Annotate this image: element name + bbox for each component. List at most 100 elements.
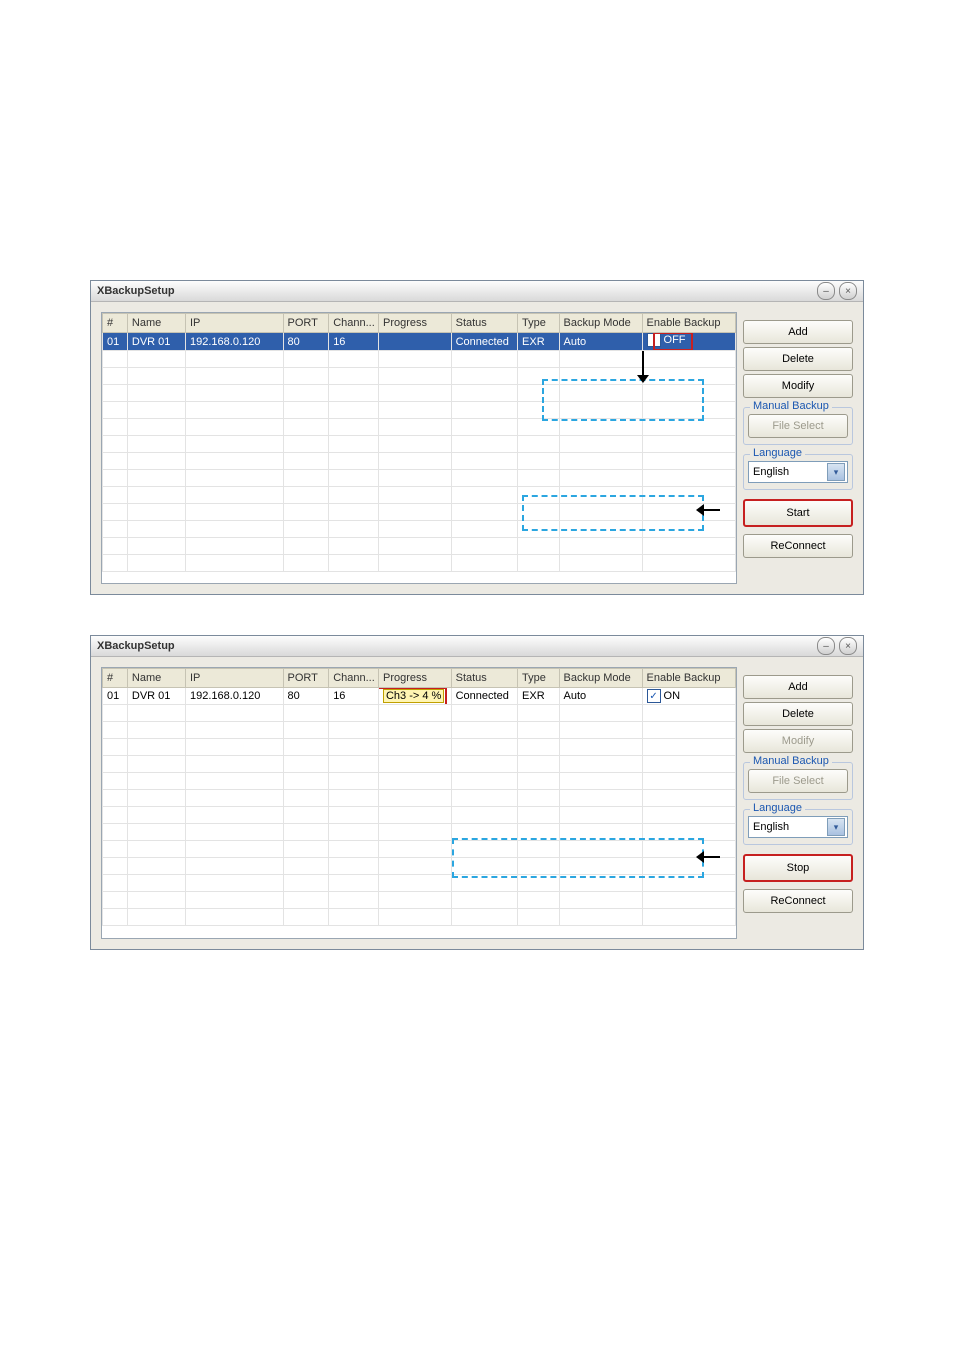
- table-row[interactable]: [103, 790, 736, 807]
- table-row[interactable]: [103, 756, 736, 773]
- reconnect-button[interactable]: ReConnect: [743, 889, 853, 913]
- table-row[interactable]: 01 DVR 01 192.168.0.120 80 16 Ch3 -> 4 %…: [103, 688, 736, 705]
- xbackup-panel-1: XBackupSetup – × # Name IP PORT: [90, 280, 864, 595]
- close-button[interactable]: ×: [839, 282, 857, 300]
- col-mode[interactable]: Backup Mode: [559, 314, 642, 333]
- table-row[interactable]: [103, 470, 736, 487]
- cell-name: DVR 01: [127, 688, 185, 705]
- col-type[interactable]: Type: [518, 314, 560, 333]
- col-status[interactable]: Status: [451, 314, 517, 333]
- cell-progress: [378, 333, 451, 351]
- cell-enable[interactable]: OFF: [642, 333, 735, 351]
- table-row[interactable]: [103, 453, 736, 470]
- file-select-button[interactable]: File Select: [748, 414, 848, 438]
- cell-chan: 16: [329, 333, 379, 351]
- col-progress[interactable]: Progress: [378, 669, 451, 688]
- stop-button[interactable]: Stop: [743, 854, 853, 882]
- annotation-box: [542, 379, 704, 421]
- cell-chan: 16: [329, 688, 379, 705]
- cell-ip: 192.168.0.120: [186, 333, 284, 351]
- cell-name: DVR 01: [127, 333, 185, 351]
- language-select[interactable]: English ▾: [748, 461, 848, 483]
- cell-status: Connected: [451, 688, 517, 705]
- table-row[interactable]: [103, 419, 736, 436]
- cell-type: EXR: [518, 333, 560, 351]
- annotation-box: [522, 495, 704, 531]
- table-row[interactable]: [103, 773, 736, 790]
- cell-mode: Auto: [559, 688, 642, 705]
- minimize-button[interactable]: –: [817, 282, 835, 300]
- table-row[interactable]: [103, 351, 736, 368]
- col-ip[interactable]: IP: [186, 669, 284, 688]
- col-num[interactable]: #: [103, 314, 128, 333]
- cell-port: 80: [283, 333, 329, 351]
- table-row[interactable]: [103, 705, 736, 722]
- table-row[interactable]: [103, 436, 736, 453]
- col-type[interactable]: Type: [518, 669, 560, 688]
- language-select[interactable]: English ▾: [748, 816, 848, 838]
- table-row[interactable]: [103, 722, 736, 739]
- table-row[interactable]: [103, 807, 736, 824]
- enable-checkbox[interactable]: ✓: [647, 689, 661, 703]
- side-panel: Add Delete Modify Manual Backup File Sel…: [743, 667, 853, 939]
- annotation-box: [452, 838, 704, 878]
- col-status[interactable]: Status: [451, 669, 517, 688]
- col-enable[interactable]: Enable Backup: [642, 669, 735, 688]
- app-title: XBackupSetup: [97, 285, 175, 297]
- language-label: Language: [750, 447, 805, 459]
- col-chan[interactable]: Chann...: [329, 314, 379, 333]
- reconnect-button[interactable]: ReConnect: [743, 534, 853, 558]
- minimize-button[interactable]: –: [817, 637, 835, 655]
- table-row[interactable]: [103, 739, 736, 756]
- delete-button[interactable]: Delete: [743, 347, 853, 371]
- add-button[interactable]: Add: [743, 675, 853, 699]
- table-row[interactable]: [103, 909, 736, 926]
- cell-type: EXR: [518, 688, 560, 705]
- cell-ip: 192.168.0.120: [186, 688, 284, 705]
- cell-status: Connected: [451, 333, 517, 351]
- delete-button[interactable]: Delete: [743, 702, 853, 726]
- col-mode[interactable]: Backup Mode: [559, 669, 642, 688]
- cell-mode: Auto: [559, 333, 642, 351]
- start-button[interactable]: Start: [743, 499, 853, 527]
- cell-enable[interactable]: ✓ON: [642, 688, 735, 705]
- title-bar: XBackupSetup – ×: [91, 281, 863, 302]
- cell-progress: Ch3 -> 4 %: [378, 688, 451, 705]
- cell-num: 01: [103, 333, 128, 351]
- col-progress[interactable]: Progress: [378, 314, 451, 333]
- manual-backup-label: Manual Backup: [750, 400, 832, 412]
- title-bar: XBackupSetup – ×: [91, 636, 863, 657]
- col-name[interactable]: Name: [127, 314, 185, 333]
- modify-button[interactable]: Modify: [743, 374, 853, 398]
- table-row[interactable]: [103, 892, 736, 909]
- col-ip[interactable]: IP: [186, 314, 284, 333]
- add-button[interactable]: Add: [743, 320, 853, 344]
- col-port[interactable]: PORT: [283, 669, 329, 688]
- table-row[interactable]: 01 DVR 01 192.168.0.120 80 16 Connected …: [103, 333, 736, 351]
- xbackup-panel-2: XBackupSetup – × # Name IP PORT: [90, 635, 864, 950]
- cell-port: 80: [283, 688, 329, 705]
- device-grid[interactable]: # Name IP PORT Chann... Progress Status …: [101, 667, 737, 939]
- column-headers[interactable]: # Name IP PORT Chann... Progress Status …: [103, 669, 736, 688]
- language-value: English: [753, 821, 789, 833]
- col-port[interactable]: PORT: [283, 314, 329, 333]
- chevron-down-icon: ▾: [827, 818, 845, 836]
- modify-button[interactable]: Modify: [743, 729, 853, 753]
- file-select-button[interactable]: File Select: [748, 769, 848, 793]
- close-button[interactable]: ×: [839, 637, 857, 655]
- table-row[interactable]: [103, 538, 736, 555]
- cell-num: 01: [103, 688, 128, 705]
- manual-backup-group: Manual Backup File Select: [743, 762, 853, 800]
- table-row[interactable]: [103, 555, 736, 572]
- language-group: Language English ▾: [743, 454, 853, 490]
- column-headers[interactable]: # Name IP PORT Chann... Progress Status …: [103, 314, 736, 333]
- col-num[interactable]: #: [103, 669, 128, 688]
- chevron-down-icon: ▾: [827, 463, 845, 481]
- col-enable[interactable]: Enable Backup: [642, 314, 735, 333]
- enable-label: ON: [664, 690, 681, 702]
- language-value: English: [753, 466, 789, 478]
- language-label: Language: [750, 802, 805, 814]
- device-grid[interactable]: # Name IP PORT Chann... Progress Status …: [101, 312, 737, 584]
- col-chan[interactable]: Chann...: [329, 669, 379, 688]
- col-name[interactable]: Name: [127, 669, 185, 688]
